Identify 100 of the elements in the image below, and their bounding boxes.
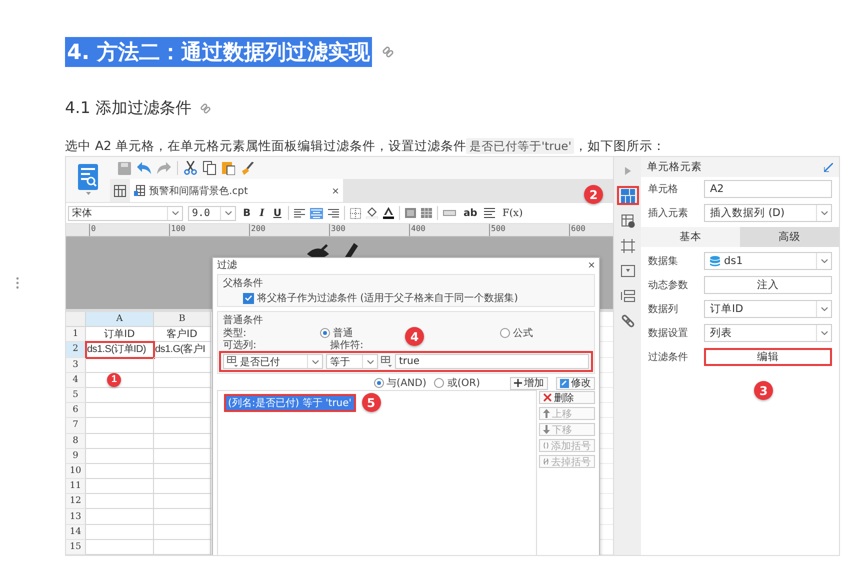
align-right-icon[interactable] xyxy=(328,208,340,218)
table-cell[interactable] xyxy=(154,494,211,510)
font-color-icon[interactable] xyxy=(383,207,394,219)
tool-strip-button[interactable] xyxy=(616,186,638,205)
column-header[interactable]: A xyxy=(86,312,154,328)
row-header[interactable]: 3 xyxy=(66,358,86,373)
column-header[interactable]: B xyxy=(154,312,211,328)
file-tab[interactable]: 预警和间隔背景色.cpt × xyxy=(130,179,343,202)
chevron-down-icon[interactable] xyxy=(820,211,828,215)
list-action-button[interactable]: 删除 xyxy=(539,391,595,404)
column-dropdown[interactable]: 是否已付 xyxy=(223,354,323,369)
chevron-down-icon[interactable] xyxy=(366,360,374,364)
tab[interactable]: 基本 xyxy=(641,227,740,247)
value-field[interactable]: true xyxy=(395,354,589,369)
radio-option[interactable]: 与(AND) xyxy=(374,376,426,390)
row-header[interactable]: 4 xyxy=(66,372,86,388)
table-cell[interactable] xyxy=(86,540,154,555)
table-cell[interactable] xyxy=(86,494,154,510)
dropdown[interactable]: ds1 xyxy=(704,252,832,270)
table-cell[interactable] xyxy=(154,509,211,525)
table-cell[interactable] xyxy=(86,479,154,494)
table-cell[interactable] xyxy=(86,358,154,373)
edit-button[interactable]: 修改 xyxy=(556,376,595,390)
undo-icon[interactable] xyxy=(137,162,151,174)
text-field[interactable]: A2 xyxy=(704,180,832,198)
table-cell[interactable] xyxy=(86,388,154,404)
table-cell[interactable]: 客户ID xyxy=(154,327,211,342)
table-cell[interactable] xyxy=(154,524,211,540)
table-cell[interactable] xyxy=(86,403,154,418)
wrap-text-button[interactable]: ab xyxy=(461,208,480,218)
drag-handle-icon[interactable] xyxy=(16,277,19,289)
grid-icon[interactable] xyxy=(114,184,126,196)
checkbox[interactable] xyxy=(243,292,254,304)
row-header[interactable]: 7 xyxy=(66,418,86,434)
row-header[interactable]: 12 xyxy=(66,494,86,510)
row-header[interactable]: 15 xyxy=(66,540,86,555)
row-header[interactable]: 5 xyxy=(66,388,86,404)
caret-down-icon[interactable] xyxy=(86,192,90,195)
table-cell[interactable] xyxy=(154,372,211,388)
panel-button[interactable]: 注入 xyxy=(704,276,832,294)
paste-icon[interactable] xyxy=(222,161,235,175)
row-header[interactable]: 8 xyxy=(66,434,86,449)
link-icon[interactable] xyxy=(382,46,394,58)
column-picker-icon[interactable] xyxy=(381,356,392,367)
panel-button[interactable]: 编辑 xyxy=(704,348,832,366)
table-cell[interactable] xyxy=(154,464,211,480)
fill-bucket-icon[interactable] xyxy=(366,207,378,219)
radio-option[interactable]: 公式 xyxy=(500,326,533,340)
frame-icon[interactable] xyxy=(620,238,634,252)
dropdown-box-icon[interactable] xyxy=(620,264,634,276)
chevron-down-icon[interactable] xyxy=(820,307,828,311)
chevron-down-icon[interactable] xyxy=(820,259,828,263)
split-cells-icon[interactable] xyxy=(421,208,432,218)
table-cell[interactable] xyxy=(154,418,211,434)
chevron-down-icon[interactable] xyxy=(172,211,178,215)
dropdown[interactable]: 插入数据列 (D) xyxy=(704,204,832,222)
condition-item[interactable]: (列名:是否已付) 等于 'true' xyxy=(224,394,356,412)
column-picker-icon[interactable] xyxy=(227,356,238,367)
merge-cells-icon[interactable] xyxy=(405,208,416,218)
format-button[interactable]: B xyxy=(241,208,253,218)
tab[interactable]: 高级 xyxy=(740,227,839,247)
table-cell[interactable] xyxy=(86,434,154,449)
report-logo-icon[interactable] xyxy=(78,164,98,190)
radio-option[interactable]: 或(OR) xyxy=(434,376,480,390)
font-dropdown[interactable]: 宋体 xyxy=(68,206,183,220)
table-cell[interactable]: ds1.S(订单ID) xyxy=(86,342,154,358)
redo-icon[interactable] xyxy=(157,162,171,174)
row-header[interactable]: 2 xyxy=(66,342,86,358)
table-cell[interactable]: 1 xyxy=(86,372,154,388)
row-header[interactable]: 9 xyxy=(66,448,86,464)
row-header[interactable]: 13 xyxy=(66,509,86,525)
row-header[interactable]: 1 xyxy=(66,327,86,342)
dropdown[interactable]: 订单ID xyxy=(704,300,832,318)
list-icon[interactable] xyxy=(620,290,634,302)
add-button[interactable]: 增加 xyxy=(510,376,548,390)
font-size-dropdown[interactable]: 9.0 xyxy=(188,206,236,220)
table-cell[interactable]: ds1.G(客户I xyxy=(154,342,211,358)
chevron-down-icon[interactable] xyxy=(224,211,232,215)
scissors-icon[interactable] xyxy=(184,161,197,175)
row-header[interactable]: 10 xyxy=(66,464,86,480)
align-justify-icon[interactable] xyxy=(484,208,496,218)
format-button[interactable]: I xyxy=(258,208,266,218)
row-header[interactable]: 6 xyxy=(66,403,86,418)
operator-dropdown[interactable]: 等于 xyxy=(326,354,378,369)
table-cell[interactable] xyxy=(154,479,211,494)
close-button[interactable]: × xyxy=(588,258,595,272)
row-header[interactable]: 14 xyxy=(66,524,86,540)
table-cell[interactable] xyxy=(86,524,154,540)
table-cell[interactable] xyxy=(86,509,154,525)
grid-layout-icon[interactable] xyxy=(620,188,634,202)
link-icon[interactable] xyxy=(200,102,211,114)
caret-right-icon[interactable] xyxy=(624,166,630,174)
copy-icon[interactable] xyxy=(203,161,216,175)
chevron-down-icon[interactable] xyxy=(312,360,318,364)
border-icon[interactable] xyxy=(350,208,362,218)
table-cell[interactable] xyxy=(154,358,211,373)
table-cell[interactable] xyxy=(154,434,211,449)
table-cell[interactable] xyxy=(86,448,154,464)
chevron-down-icon[interactable] xyxy=(820,331,828,335)
save-icon[interactable] xyxy=(118,162,131,174)
